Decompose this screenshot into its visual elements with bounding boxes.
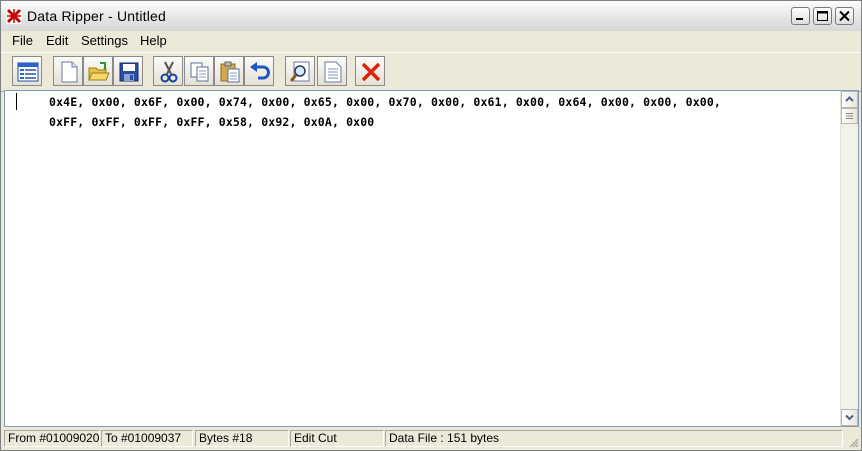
undo-icon (250, 62, 270, 80)
grip-lines-icon (846, 113, 853, 119)
maximize-button[interactable] (813, 7, 832, 25)
close-icon (839, 10, 850, 22)
menu-help[interactable]: Help (140, 33, 167, 48)
save-button[interactable] (113, 56, 143, 86)
status-to-address: To #01009037 (101, 430, 193, 447)
status-from-address: From #01009020 (4, 430, 100, 447)
status-mode: Edit Cut (290, 430, 384, 447)
copy-button[interactable] (184, 56, 214, 86)
paste-button[interactable] (214, 56, 244, 86)
status-byte-count: Bytes #18 (195, 430, 289, 447)
menu-file[interactable]: File (12, 33, 33, 48)
cut-icon (160, 61, 178, 83)
minimize-button[interactable] (791, 7, 810, 25)
toolbar (1, 52, 861, 92)
vertical-scrollbar[interactable] (840, 91, 858, 426)
window-title: Data Ripper - Untitled (27, 8, 167, 24)
title-bar[interactable]: Data Ripper - Untitled (1, 1, 861, 32)
paste-icon (220, 61, 240, 83)
hex-text-editor[interactable]: 0x4E, 0x00, 0x6F, 0x00, 0x74, 0x00, 0x65… (4, 90, 859, 427)
maximize-icon (817, 11, 828, 21)
status-bar: From #01009020 To #01009037 Bytes #18 Ed… (1, 428, 861, 450)
scroll-down-button[interactable] (841, 409, 858, 426)
app-icon (6, 8, 22, 24)
open-file-button[interactable] (83, 56, 113, 86)
scroll-thumb[interactable] (841, 108, 858, 124)
page-button[interactable] (317, 56, 347, 86)
list-view-icon (17, 62, 39, 82)
new-file-icon (61, 61, 78, 83)
scroll-up-button[interactable] (841, 91, 858, 108)
text-caret (16, 93, 17, 110)
delete-button[interactable] (355, 56, 385, 86)
resize-grip-icon[interactable] (847, 436, 859, 448)
cut-button[interactable] (153, 56, 183, 86)
delete-icon (361, 62, 381, 82)
menu-settings[interactable]: Settings (81, 33, 128, 48)
new-file-button[interactable] (53, 56, 83, 86)
minimize-icon (796, 18, 803, 20)
close-button[interactable] (835, 7, 854, 25)
copy-icon (190, 62, 209, 82)
open-folder-icon (88, 62, 110, 81)
list-view-button[interactable] (12, 56, 42, 86)
chevron-up-icon (845, 96, 854, 102)
save-icon (119, 62, 139, 82)
menu-edit[interactable]: Edit (46, 33, 68, 48)
code-line: 0xFF, 0xFF, 0xFF, 0xFF, 0x58, 0x92, 0x0A… (49, 115, 375, 129)
page-icon (324, 61, 342, 83)
menu-bar: File Edit Settings Help (1, 31, 861, 51)
find-icon (290, 61, 310, 82)
app-window: Data Ripper - Untitled File Edit Setting… (0, 0, 862, 451)
code-line: 0x4E, 0x00, 0x6F, 0x00, 0x74, 0x00, 0x65… (49, 95, 721, 109)
find-button[interactable] (285, 56, 315, 86)
status-file-size: Data File : 151 bytes (385, 430, 843, 447)
chevron-down-icon (845, 414, 854, 421)
undo-button[interactable] (244, 56, 274, 86)
